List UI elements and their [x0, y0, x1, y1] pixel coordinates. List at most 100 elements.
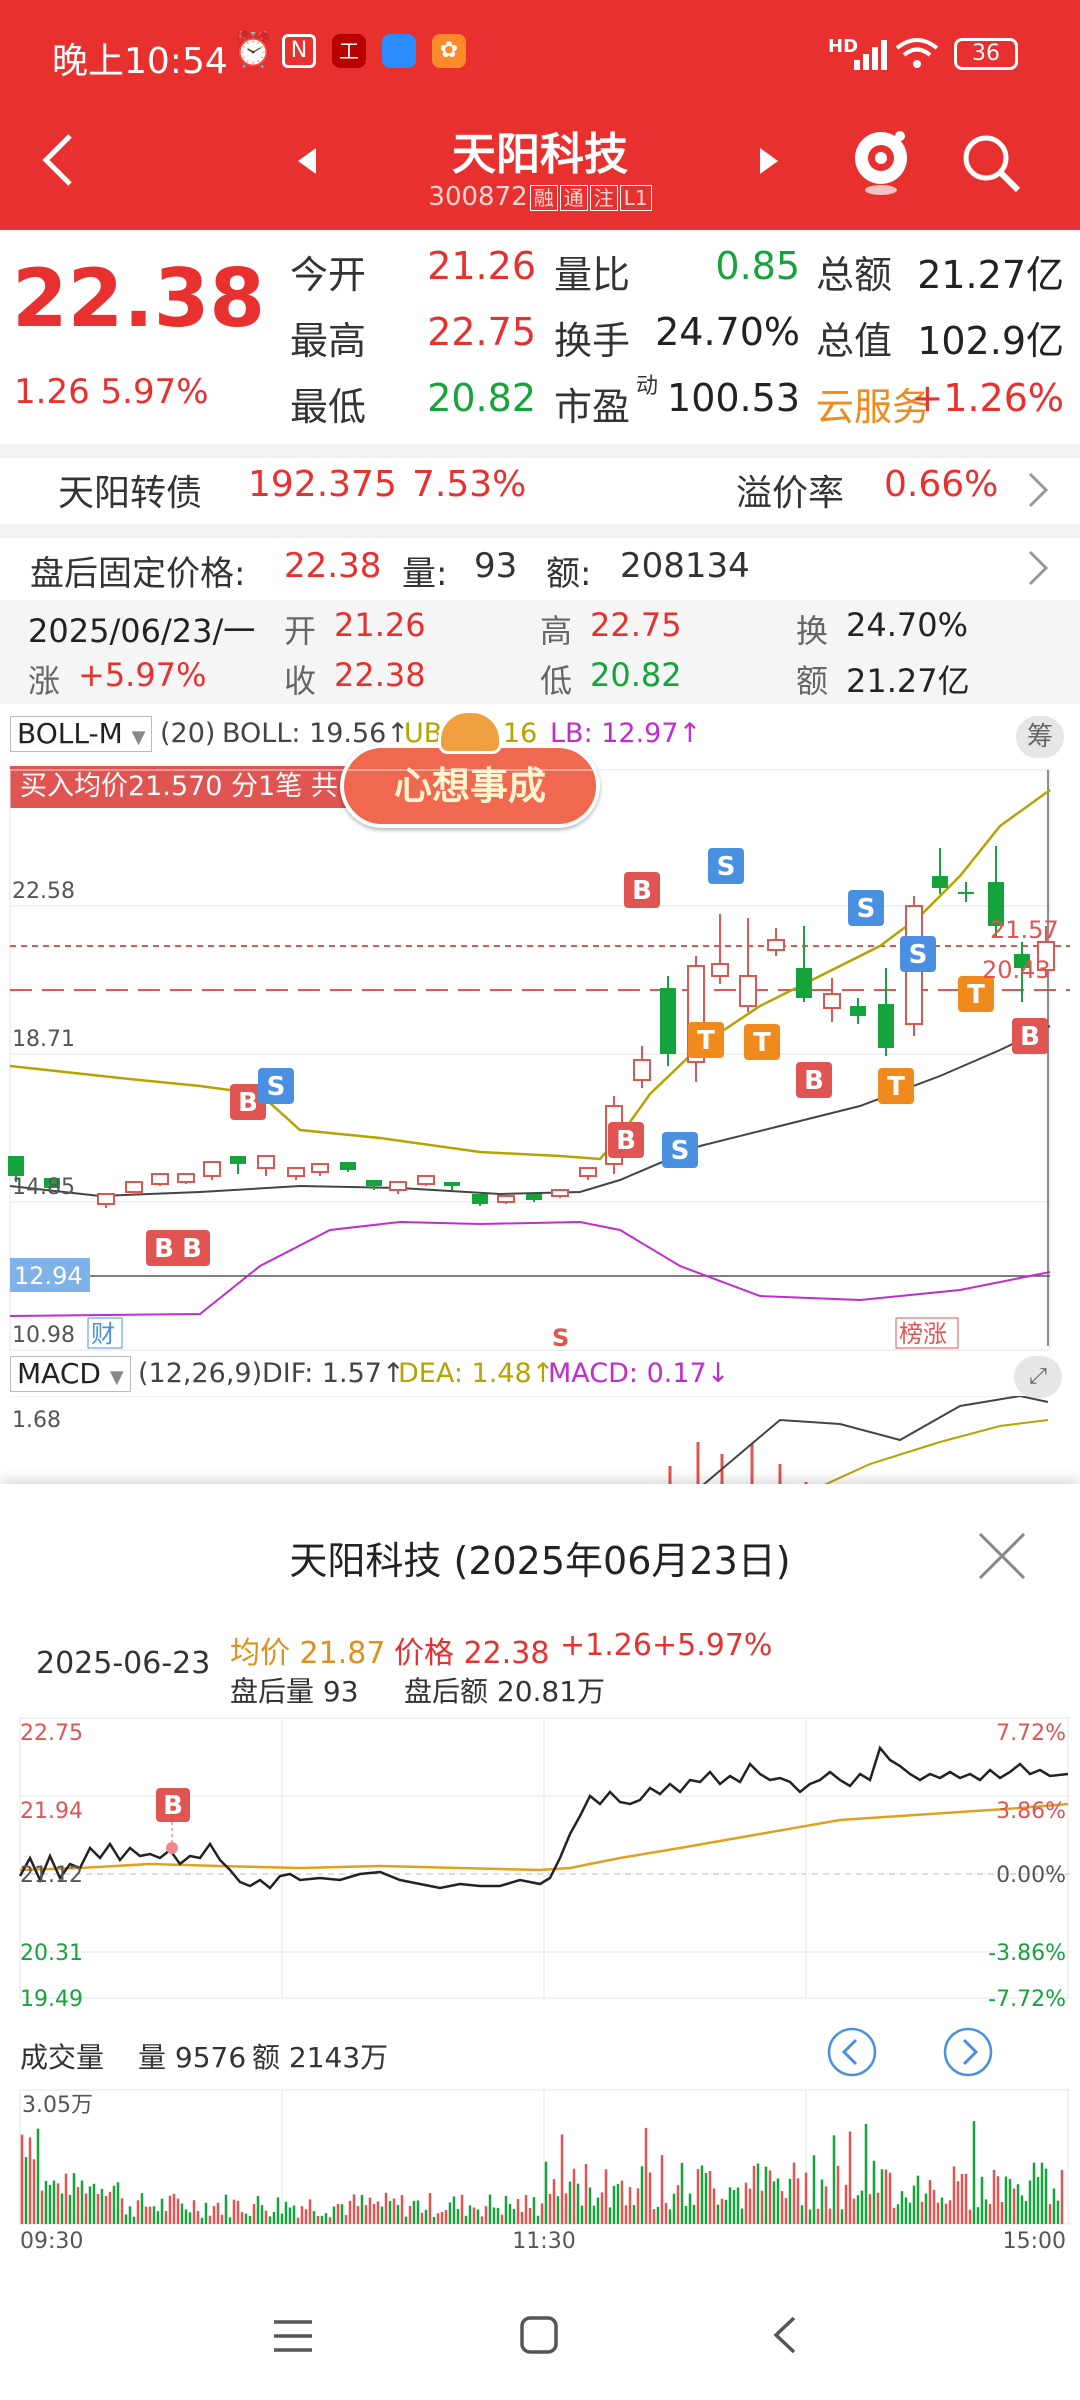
next-stock-icon[interactable]: [756, 146, 780, 176]
marker-label: T: [887, 1072, 905, 1102]
close-key: 收: [284, 662, 317, 700]
marker-label: B: [804, 1066, 824, 1096]
popup-ah-amt: 盘后额 20.81万: [404, 1675, 606, 1708]
search-icon[interactable]: [958, 130, 1024, 196]
stock-name: 天阳科技: [452, 129, 628, 180]
macd-select[interactable]: MACD ▼: [10, 1356, 131, 1392]
close-icon[interactable]: [976, 1530, 1028, 1582]
candle-body: [497, 1195, 515, 1203]
y-left-1: 22.75: [20, 1721, 83, 1746]
kline-panel[interactable]: BOLL-M ▼ (20) BOLL: 19.56↑ UB: 26.16 LB:…: [0, 706, 1080, 1356]
battery-level: 36: [972, 41, 1000, 66]
quote-value: 100.53: [667, 376, 800, 420]
candle-body: [8, 1156, 24, 1176]
candle-body: [579, 1167, 597, 1177]
y-label-1: 22.58: [12, 879, 75, 904]
intraday-y-right: 7.72% 3.86% 0.00% -3.86% -7.72%: [988, 1721, 1066, 2008]
prev-day-icon[interactable]: [826, 2026, 878, 2078]
quote-value: +1.26%: [911, 376, 1064, 420]
signal-icon: [854, 40, 887, 70]
amount-key: 额: [796, 662, 829, 700]
expand-icon[interactable]: ⤢: [1014, 1356, 1062, 1398]
marker-label: S: [717, 852, 736, 882]
candle-body: [257, 1155, 275, 1169]
y-right-4: -3.86%: [988, 1941, 1066, 1966]
quote-value: 20.82: [427, 376, 536, 420]
volume-chart: 3.05万 09:30 11:30 15:00: [19, 2089, 1070, 2254]
bond-price: 192.375: [248, 464, 397, 505]
convertible-bond-row[interactable]: 天阳转债 192.375 7.53% 溢价率 0.66%: [0, 458, 1080, 524]
day-date: 2025/06/23/一: [28, 612, 256, 650]
after-hours-amt-label: 额:: [546, 554, 592, 594]
candle-body: [850, 1006, 866, 1016]
candle-body: [151, 1173, 169, 1185]
candle-body: [711, 963, 729, 977]
back-arrow-icon[interactable]: [38, 130, 78, 190]
marker-label: B: [1020, 1022, 1040, 1052]
marker-label: T: [697, 1026, 715, 1056]
title-bar: 天阳科技 300872 融通注 L1: [0, 110, 1080, 230]
intraday-popup: 天阳科技 (2025年06月23日) 2025-06-23 均价 21.87 价…: [0, 1484, 1080, 2274]
prev-stock-icon[interactable]: [296, 146, 320, 176]
time-start: 09:30: [20, 2229, 83, 2254]
y-label-5: 10.98: [12, 1323, 75, 1348]
stock-code-line: 300872 融通注 L1: [380, 182, 700, 212]
turnover-key: 换: [796, 612, 829, 650]
close-value: 22.38: [334, 656, 426, 694]
candle-body: [417, 1175, 435, 1185]
candle-body: [203, 1161, 221, 1177]
popup-change: +1.26: [560, 1628, 652, 1663]
menu-icon[interactable]: [272, 2316, 314, 2356]
kline-chart[interactable]: B BBSBSB ST TBSSTTB 22.58 18.71 14.85 12.94…: [0, 706, 1080, 1356]
robot-assistant-icon[interactable]: [846, 124, 916, 198]
alarm-icon: ⏰: [232, 30, 275, 70]
intraday-grid: [19, 1717, 1070, 1999]
candle-body: [340, 1162, 356, 1170]
quote-value: 24.70%: [655, 310, 800, 354]
candle-body: [366, 1180, 382, 1186]
bond-change-pct: 7.53%: [412, 464, 527, 505]
candle-body: [739, 975, 757, 1007]
chevron-right-icon: [1028, 472, 1049, 508]
right-label-1: 21.57: [990, 916, 1059, 944]
candle-body: [932, 876, 948, 888]
quote-value: 0.85: [715, 244, 800, 288]
marker-label: T: [967, 980, 985, 1010]
high-key: 高: [540, 612, 573, 650]
quote-key: 总值: [816, 319, 893, 363]
popup-change-pct: +5.97%: [652, 1628, 773, 1663]
quote-value: 22.75: [427, 310, 536, 354]
y-right-3: 0.00%: [996, 1863, 1066, 1888]
next-day-icon[interactable]: [942, 2026, 994, 2078]
quote-key: 最低: [290, 385, 367, 429]
home-icon[interactable]: [518, 2314, 560, 2356]
candle-body: [796, 968, 812, 998]
marker-label: S: [857, 894, 876, 924]
after-hours-row[interactable]: 盘后固定价格: 22.38 量: 93 额: 208134: [0, 538, 1080, 600]
price-change-pct: 5.97%: [100, 372, 209, 412]
bond-name: 天阳转债: [58, 473, 203, 514]
candle-body: [472, 1194, 488, 1204]
ranking-tag-label: 榜涨: [899, 1320, 947, 1348]
y-right-1: 7.72%: [996, 1721, 1066, 1746]
marker-label: B: [154, 1234, 174, 1264]
after-hours-vol: 93: [474, 546, 518, 586]
battery-icon: 36: [954, 38, 1018, 70]
y-left-3: 21.12: [20, 1863, 83, 1888]
quote-key: 最高: [290, 319, 367, 363]
macd-dea: DEA: 1.48↑: [398, 1358, 555, 1389]
premium-label: 溢价率: [736, 473, 845, 514]
y-left-4: 20.31: [20, 1941, 83, 1966]
popup-title: 天阳科技 (2025年06月23日): [289, 1539, 791, 1583]
tag-connect: 通: [559, 185, 588, 211]
y-left-5: 19.49: [20, 1987, 83, 2008]
quote-value: 102.9亿: [917, 319, 1064, 363]
intraday-chart[interactable]: B 22.75 21.94 21.12 20.31 19.49 7.72% 3.…: [0, 1708, 1080, 2008]
quote-key: 今开: [290, 253, 367, 297]
macd-panel[interactable]: MACD ▼ (12,26,9) DIF: 1.57↑ DEA: 1.48↑ M…: [0, 1356, 1080, 1496]
popup-avg: 均价 21.87: [230, 1636, 386, 1671]
back-nav-icon[interactable]: [770, 2314, 800, 2356]
low-key: 低: [540, 662, 573, 700]
day-summary: 2025/06/23/一 开 21.26 高 22.75 换 24.70% 涨 …: [0, 600, 1080, 704]
last-price: 22.38: [12, 252, 266, 345]
